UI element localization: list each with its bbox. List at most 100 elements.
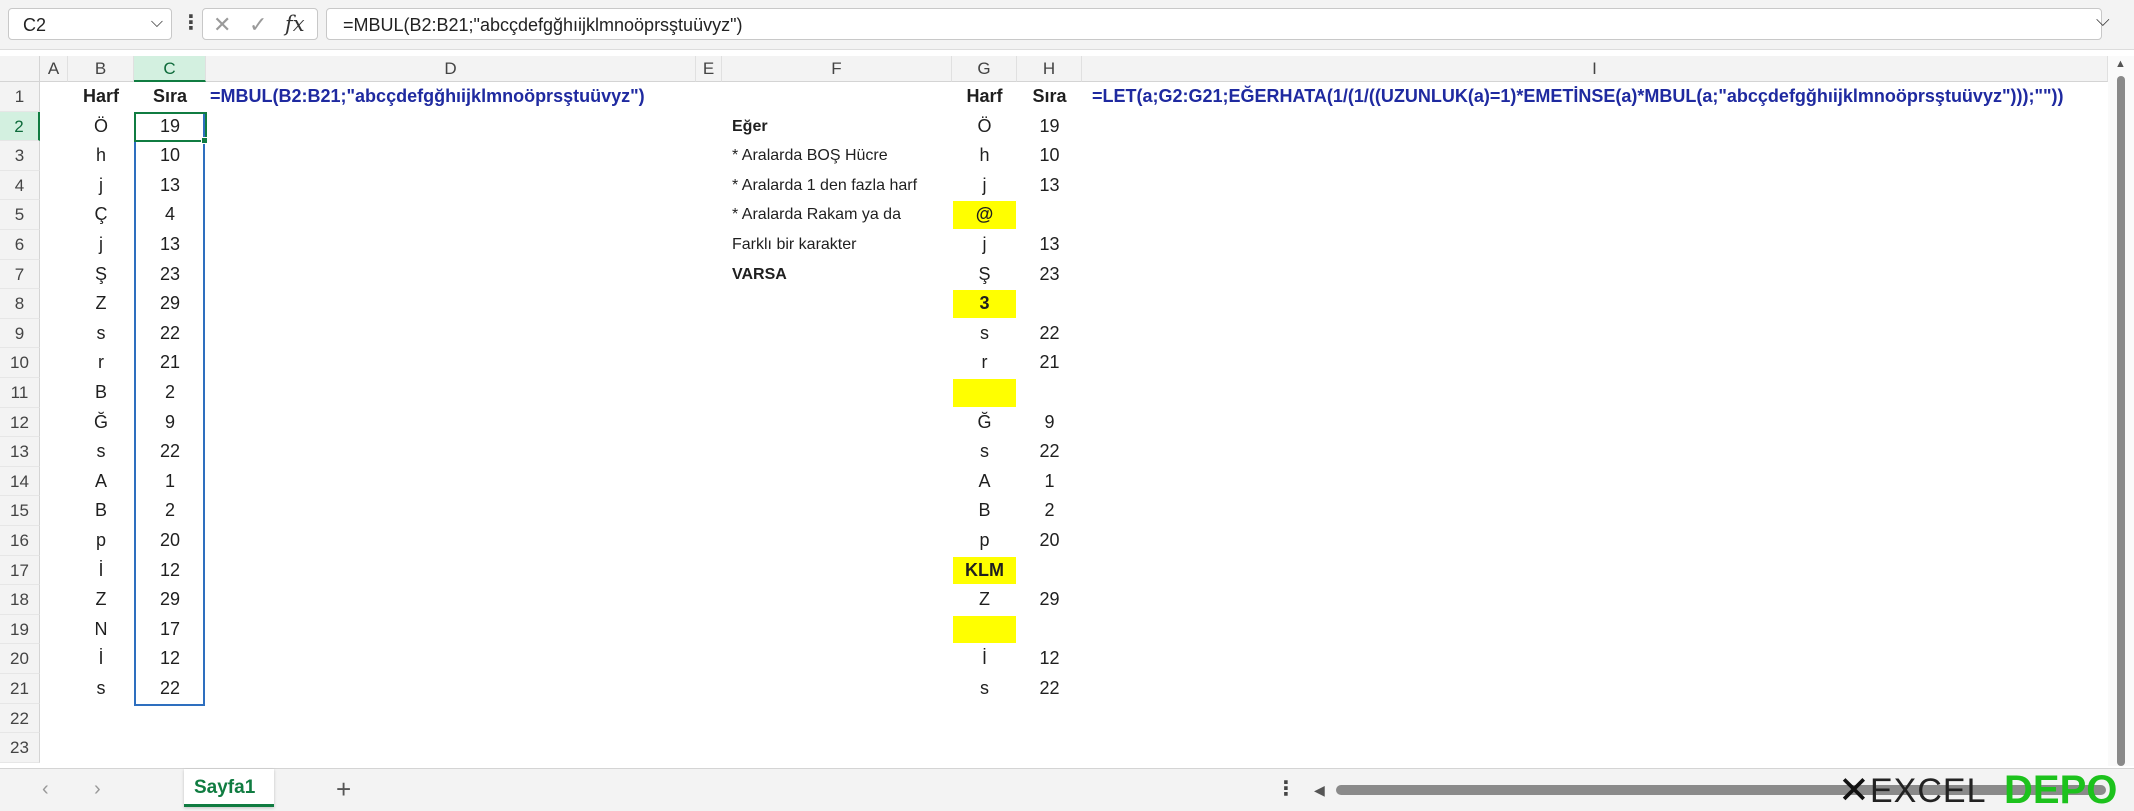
cell-h15: 2 [1044,500,1055,521]
next-sheet-icon[interactable]: › [94,778,101,801]
sheet-options-icon[interactable]: ⋮ [1276,776,1296,801]
column-header-d[interactable]: D [206,56,696,82]
cell-h2: 19 [1039,115,1060,136]
cell-g7: Ş [978,263,991,284]
cell-b3: h [95,145,106,166]
row-header-4[interactable]: 4 [0,170,40,201]
cell-h6: 13 [1039,234,1060,254]
row-header-7[interactable]: 7 [0,259,40,290]
expand-formula-bar-icon[interactable]: ⌵ [2096,10,2110,31]
row-header-1[interactable]: 1 [0,82,40,112]
row-header-5[interactable]: 5 [0,200,40,230]
cell-g9: s [980,322,989,343]
insert-function-icon[interactable]: fx [285,12,305,36]
column-header-b[interactable]: B [68,56,134,82]
cell-b9: s [96,322,106,343]
formula-display-d1: =MBUL(B2:B21;"abcçdefgğhıijklmnoöprsştuü… [210,86,645,106]
name-box-value: C2 [23,15,47,35]
row-header-2[interactable]: 2 [0,111,40,142]
cell-b18: Z [95,589,107,610]
cell-h4: 13 [1039,174,1060,195]
column-header-h[interactable]: H [1017,56,1082,82]
cell-g17: KLM [965,559,1004,580]
column-header-c[interactable]: C [134,56,206,82]
column-header-a[interactable]: A [40,56,68,82]
cell-f2: Eğer [732,117,768,135]
cell-g18: Z [979,589,990,610]
cell-h18: 29 [1039,589,1060,610]
sheet-tab-bar: ‹ › Sayfa1 + ⋮ ◀ [0,768,2134,811]
row-header-6[interactable]: 6 [0,230,40,260]
highlight-cell-g19 [953,615,1016,644]
add-sheet-button[interactable]: + [336,774,351,805]
formula-bar: C2 ⌵ ⋮ ✕ ✓ fx =MBUL(B2:B21;"abcçdefgğhıi… [0,0,2134,50]
row-header-13[interactable]: 13 [0,437,40,467]
cell-b7: Ş [94,263,107,284]
row-header-15[interactable]: 15 [0,496,40,526]
row-header-14[interactable]: 14 [0,466,40,497]
cell-g16: p [979,530,990,550]
cell-b5: Ç [94,204,108,225]
vertical-scrollbar[interactable]: ▲ [2108,56,2134,766]
confirm-icon[interactable]: ✓ [249,12,267,38]
cell-f7: VARSA [732,265,787,283]
row-header-22[interactable]: 22 [0,703,40,734]
column-header-g[interactable]: G [952,56,1017,82]
sheet-tab-label: Sayfa1 [194,777,256,798]
row-header-17[interactable]: 17 [0,555,40,586]
cell-b11: B [94,382,107,402]
row-header-21[interactable]: 21 [0,674,40,704]
row-header-16[interactable]: 16 [0,526,40,556]
scroll-left-icon[interactable]: ◀ [1314,782,1325,799]
row-header-18[interactable]: 18 [0,585,40,615]
row-header-23[interactable]: 23 [0,733,40,763]
row-header-8[interactable]: 8 [0,289,40,319]
cell-b8: Z [95,293,107,314]
column-header-e[interactable]: E [696,56,722,82]
row-header-20[interactable]: 20 [0,644,40,674]
cell-f5: * Aralarda Rakam ya da [732,206,901,224]
cell-g20: İ [981,648,987,669]
cell-h13: 22 [1039,441,1060,462]
column-header-f[interactable]: F [722,56,952,82]
header-harf-g: Harf [966,86,1003,106]
cell-b4: j [99,174,103,195]
active-cell[interactable] [134,112,207,142]
sheet-tab-sayfa1[interactable]: Sayfa1 [184,769,274,807]
cell-h12: 9 [1044,411,1055,432]
cell-g2: Ö [977,115,992,136]
row-header-12[interactable]: 12 [0,407,40,438]
cancel-icon[interactable]: ✕ [213,12,231,38]
row-header-11[interactable]: 11 [0,378,40,408]
row-header-9[interactable]: 9 [0,318,40,349]
fill-handle[interactable] [201,137,208,144]
formula-input[interactable]: =MBUL(B2:B21;"abcçdefgğhıijklmnoöprsştuü… [326,8,2102,40]
cell-b6: j [99,234,103,254]
cell-g8: 3 [979,293,990,314]
cell-b13: s [96,441,106,462]
more-options-icon[interactable]: ⋮ [181,10,201,35]
cell-f3: * Aralarda BOŞ Hücre [732,147,888,165]
column-header-i[interactable]: I [1082,56,2108,82]
vertical-scroll-thumb[interactable] [2117,76,2125,766]
name-box[interactable]: C2 ⌵ [8,8,172,40]
cell-b16: p [95,530,106,550]
cell-b20: İ [98,648,104,669]
header-sira-h: Sıra [1032,86,1067,106]
row-header-19[interactable]: 19 [0,614,40,645]
cell-b10: r [98,352,104,373]
chevron-down-icon[interactable]: ⌵ [151,14,163,32]
prev-sheet-icon[interactable]: ‹ [42,778,49,801]
cell-b12: Ğ [93,411,108,432]
select-all-corner[interactable] [0,56,40,82]
cell-g3: h [979,145,990,166]
cell-f6: Farklı bir karakter [732,236,857,253]
row-header-3[interactable]: 3 [0,141,40,171]
scroll-up-icon[interactable]: ▲ [2115,58,2126,70]
formula-display-i1: =LET(a;G2:G21;EĞERHATA(1/(1/((UZUNLUK(a)… [1092,86,2064,106]
cell-b17: İ [98,559,104,580]
logo-excel-text: EXCEL [1870,772,1987,810]
cell-b19: N [94,618,108,639]
row-header-10[interactable]: 10 [0,348,40,378]
cell-h3: 10 [1039,145,1060,166]
